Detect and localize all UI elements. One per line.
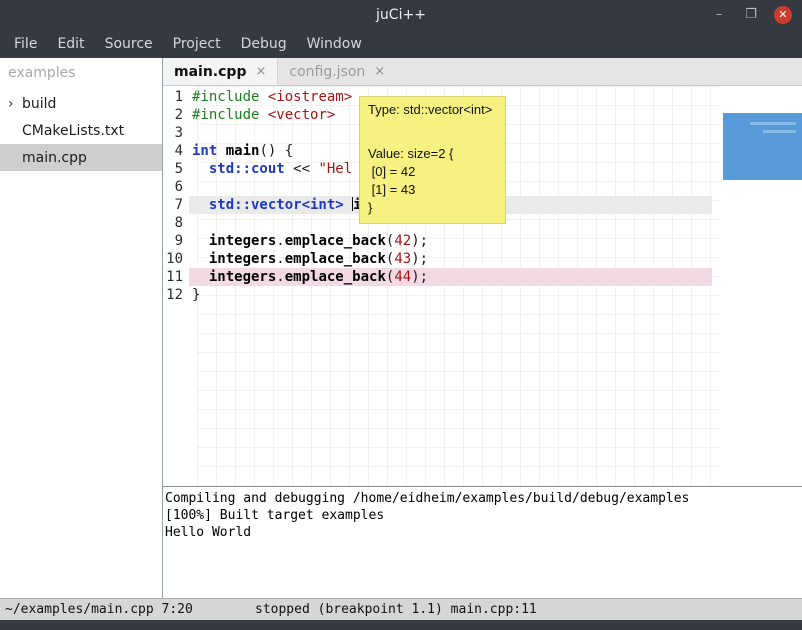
minimize-button[interactable]: – xyxy=(710,6,728,24)
tab-close-icon[interactable]: × xyxy=(374,64,385,79)
line-number: 5 xyxy=(163,160,189,178)
menu-item-edit[interactable]: Edit xyxy=(47,33,94,55)
code-line-12[interactable]: 12} xyxy=(163,286,802,304)
sidebar-item-label: CMakeLists.txt xyxy=(22,123,124,139)
tab-label: config.json xyxy=(289,64,365,80)
line-number: 7 xyxy=(163,196,189,214)
line-number: 2 xyxy=(163,106,189,124)
code-line-content: integers.emplace_back(44); xyxy=(189,268,712,286)
sidebar-item-label: main.cpp xyxy=(22,150,87,166)
tab-close-icon[interactable]: × xyxy=(255,64,266,79)
line-number: 6 xyxy=(163,178,189,196)
editor-column: main.cpp × config.json × 1#include <iostrea… xyxy=(163,58,802,598)
sidebar-header: examples xyxy=(0,58,162,90)
main-area: examples › build CMakeLists.txt main.cpp ma… xyxy=(0,58,802,598)
status-bar: ~/examples/main.cpp 7:20 stopped (breakp… xyxy=(0,598,802,620)
close-button[interactable]: ✕ xyxy=(774,6,792,24)
app-window: juCi++ – ❐ ✕ FileEditSourceProjectDebugW… xyxy=(0,0,802,630)
file-tree: › build CMakeLists.txt main.cpp xyxy=(0,90,162,171)
line-number: 8 xyxy=(163,214,189,232)
tooltip-value-line: Value: size=2 { xyxy=(368,145,497,163)
tab-config-json[interactable]: config.json × xyxy=(278,58,396,85)
code-editor[interactable]: 1#include <iostream>2#include <vector>34… xyxy=(163,86,802,486)
title-bar[interactable]: juCi++ – ❐ ✕ xyxy=(0,0,802,30)
overview-line-icon xyxy=(750,122,796,125)
code-line-content: } xyxy=(189,286,712,304)
menu-item-project[interactable]: Project xyxy=(163,33,231,55)
editor-overview-box xyxy=(723,113,802,180)
menu-item-source[interactable]: Source xyxy=(95,33,163,55)
code-line-content: integers.emplace_back(43); xyxy=(189,250,712,268)
window-bottom-edge xyxy=(0,620,802,630)
menu-bar: FileEditSourceProjectDebugWindow xyxy=(0,30,802,58)
output-line: Compiling and debugging /home/eidheim/ex… xyxy=(165,490,800,507)
window-title: juCi++ xyxy=(0,7,802,23)
line-number: 4 xyxy=(163,142,189,160)
sidebar-item-build[interactable]: › build xyxy=(0,90,162,117)
tooltip-value-line: [0] = 42 xyxy=(368,163,497,181)
sidebar-item-main-cpp[interactable]: main.cpp xyxy=(0,144,162,171)
line-number: 11 xyxy=(163,268,189,286)
sidebar-item-cmakelists-txt[interactable]: CMakeLists.txt xyxy=(0,117,162,144)
file-tree-sidebar[interactable]: examples › build CMakeLists.txt main.cpp xyxy=(0,58,163,598)
output-pane[interactable]: Compiling and debugging /home/eidheim/ex… xyxy=(163,486,802,598)
menu-item-debug[interactable]: Debug xyxy=(231,33,297,55)
sidebar-item-label: build xyxy=(22,96,56,112)
tab-main-cpp[interactable]: main.cpp × xyxy=(163,58,278,85)
menu-item-window[interactable]: Window xyxy=(297,33,372,55)
status-file-position: ~/examples/main.cpp 7:20 xyxy=(0,602,193,617)
line-number: 12 xyxy=(163,286,189,304)
line-number: 1 xyxy=(163,88,189,106)
code-line-10[interactable]: 10 integers.emplace_back(43); xyxy=(163,250,802,268)
output-line: [100%] Built target examples xyxy=(165,507,800,524)
menu-item-file[interactable]: File xyxy=(4,33,47,55)
tooltip-type-line: Type: std::vector<int> xyxy=(368,102,497,117)
tab-bar: main.cpp × config.json × xyxy=(163,58,802,86)
tooltip-value-line: [1] = 43 xyxy=(368,181,497,199)
maximize-button[interactable]: ❐ xyxy=(742,6,760,24)
chevron-right-icon[interactable]: › xyxy=(8,96,14,112)
output-line: Hello World xyxy=(165,524,800,541)
code-line-content: integers.emplace_back(42); xyxy=(189,232,712,250)
line-number: 9 xyxy=(163,232,189,250)
tooltip-value-line: } xyxy=(368,199,497,217)
line-number: 3 xyxy=(163,124,189,142)
tab-label: main.cpp xyxy=(174,64,246,80)
debug-value-tooltip: Type: std::vector<int> Value: size=2 { [… xyxy=(359,96,506,224)
code-line-11[interactable]: 11 integers.emplace_back(44); xyxy=(163,268,802,286)
code-line-9[interactable]: 9 integers.emplace_back(42); xyxy=(163,232,802,250)
tooltip-value-block: Value: size=2 { [0] = 42 [1] = 43} xyxy=(368,145,497,217)
overview-line-icon xyxy=(763,130,796,133)
line-number: 10 xyxy=(163,250,189,268)
window-controls: – ❐ ✕ xyxy=(710,0,792,30)
status-debug-state: stopped (breakpoint 1.1) main.cpp:11 xyxy=(255,602,537,617)
